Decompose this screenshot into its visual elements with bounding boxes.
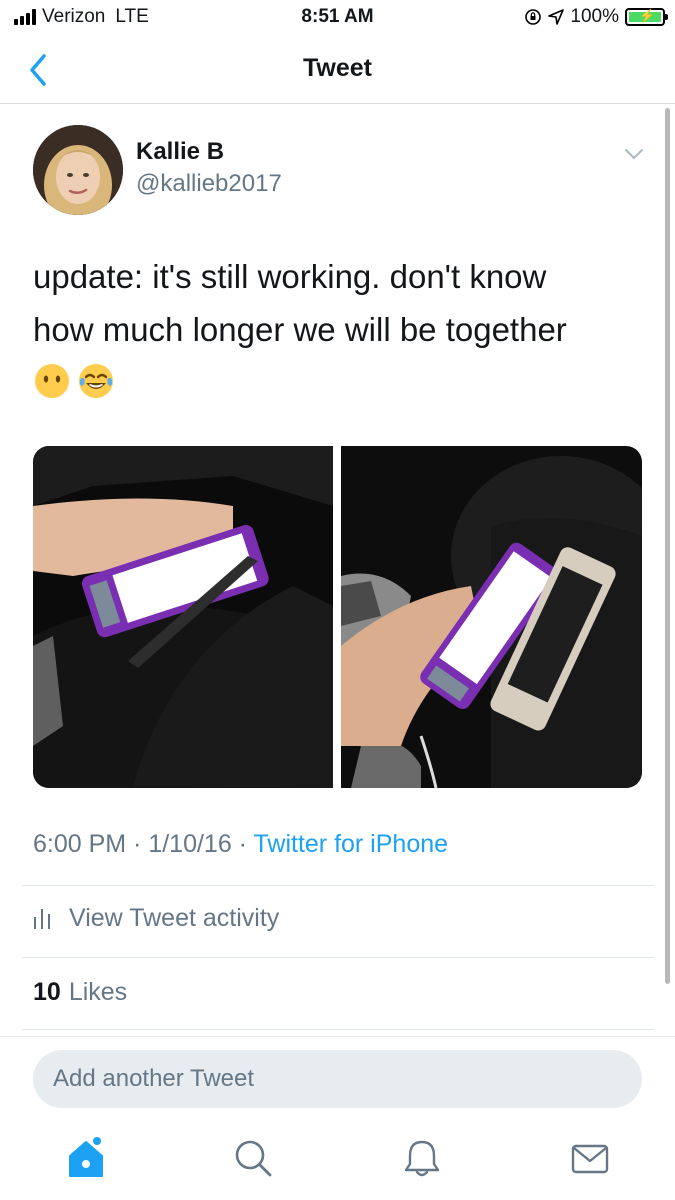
page-title: Tweet [303,54,372,82]
likes-label: Likes [68,978,128,1006]
likes-count: 10 [33,978,61,1006]
messages-icon[interactable] [568,1136,612,1180]
home-icon[interactable] [64,1136,108,1180]
face-with-tears-of-joy-icon [79,364,113,398]
search-icon[interactable] [231,1136,275,1180]
notifications-icon[interactable] [400,1136,444,1180]
tweet-text-line: how much longer we will be together [33,311,567,348]
photo-image [33,446,333,788]
emoji-row [33,362,115,400]
divider [22,957,654,958]
divider [22,885,654,886]
likes-button[interactable]: 10 Likes [33,978,127,1007]
tweet-timestamp-row: 6:00 PM · 1/10/16 · Twitter for iPhone [33,830,448,859]
location-arrow-icon [548,9,565,25]
avatar-image [33,125,123,215]
reply-input[interactable]: Add another Tweet [33,1050,642,1108]
tweet-timestamp: 6:00 PM · 1/10/16 · [33,830,254,858]
tweet-photo[interactable] [341,446,642,788]
photo-image [341,446,642,788]
reply-bar: Add another Tweet [0,1036,675,1120]
view-tweet-activity-button[interactable]: View Tweet activity [33,904,279,933]
author-name[interactable]: Kallie B [136,138,224,166]
tweet-source-link[interactable]: Twitter for iPhone [254,830,449,858]
analytics-bars-icon [34,908,50,929]
neutral-face-no-mouth-icon [35,364,69,398]
view-tweet-activity-label: View Tweet activity [69,904,280,932]
tweet-text-line: update: it's still working. don't know [33,258,547,295]
orientation-lock-icon [525,9,542,25]
chevron-down-icon[interactable] [620,140,648,168]
navigation-bar: Tweet [0,36,675,104]
scrollbar[interactable] [665,108,670,984]
divider [22,1029,654,1030]
tweet-photo[interactable] [33,446,333,788]
tweet-text: update: it's still working. don't know h… [33,250,643,356]
author-handle[interactable]: @kallieb2017 [136,170,282,198]
battery-percent: 100% [570,6,619,27]
tab-bar [0,1120,675,1200]
status-bar-right: 100% [524,6,668,28]
battery-icon [625,8,668,26]
avatar[interactable] [33,125,123,215]
status-bar: Verizon LTE 8:51 AM 100% [0,0,675,36]
